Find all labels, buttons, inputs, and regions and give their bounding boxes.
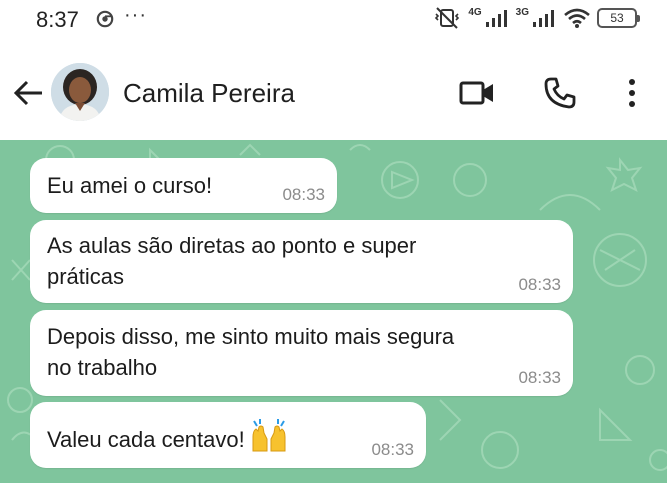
phone-icon xyxy=(544,77,576,109)
message-bubble[interactable]: Depois disso, me sinto muito mais segura… xyxy=(30,310,573,396)
message-bubble[interactable]: As aulas são diretas ao ponto e super pr… xyxy=(30,220,573,303)
avatar-photo xyxy=(51,63,109,121)
message-text: Depois disso, me sinto muito mais segura… xyxy=(47,321,454,383)
back-arrow-icon[interactable] xyxy=(12,76,46,110)
status-more-indicator: ··· xyxy=(124,4,147,26)
message-time: 08:33 xyxy=(371,440,414,459)
message-time: 08:33 xyxy=(518,368,561,387)
message-time: 08:33 xyxy=(518,275,561,294)
raising-hands-icon xyxy=(252,419,286,452)
message-text-line: práticas xyxy=(47,264,125,289)
message-text-line: no trabalho xyxy=(47,355,158,380)
chat-header: Camila Pereira xyxy=(0,50,667,140)
status-time: 8:37 xyxy=(36,7,79,32)
battery-level: 53 xyxy=(610,11,624,25)
chrome-icon xyxy=(96,10,114,28)
signal-icon-1 xyxy=(485,10,507,27)
video-call-icon xyxy=(459,81,493,105)
contact-name[interactable]: Camila Pereira xyxy=(123,78,295,109)
message-text: Valeu cada centavo! xyxy=(47,419,289,455)
message-text-line: Depois disso, me sinto muito mais segura xyxy=(47,324,455,349)
message-text: Eu amei o curso! xyxy=(47,173,213,198)
message-bubble[interactable]: Eu amei o curso! 08:33 xyxy=(30,158,337,213)
vibrate-off-icon xyxy=(435,7,460,29)
chat-area[interactable]: Eu amei o curso! 08:33 As aulas são dire… xyxy=(0,140,667,483)
message-bubble[interactable]: Valeu cada centavo! 08:33 xyxy=(30,402,426,468)
more-vertical-icon xyxy=(629,79,635,107)
battery-indicator: 53 xyxy=(597,8,640,28)
network-label-3g: 3G xyxy=(515,6,529,18)
message-text: As aulas são diretas ao ponto e super pr… xyxy=(47,230,416,292)
video-call-button[interactable] xyxy=(458,75,496,111)
signal-icon-2 xyxy=(533,10,554,27)
message-text-line: As aulas são diretas ao ponto e super xyxy=(47,233,417,258)
message-text-content: Valeu cada centavo! xyxy=(47,427,245,452)
voice-call-button[interactable] xyxy=(541,75,579,111)
status-icons: 4G 3G 53 xyxy=(432,6,640,30)
network-label-4g: 4G xyxy=(468,6,482,18)
wifi-icon xyxy=(564,8,590,28)
message-time: 08:33 xyxy=(282,185,325,204)
more-options-button[interactable] xyxy=(613,75,651,111)
avatar[interactable] xyxy=(51,63,109,121)
status-bar: 8:37 ··· 4G 3G 53 xyxy=(0,0,667,38)
